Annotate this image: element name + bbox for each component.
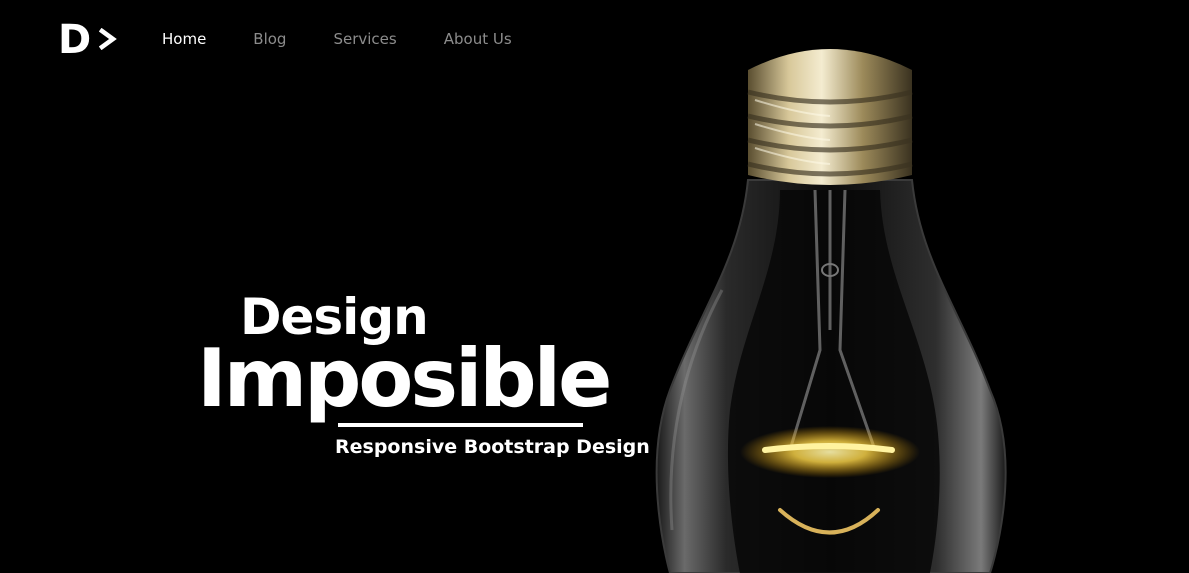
- page: D Home Blog Services About Us Design Imp…: [0, 0, 1189, 573]
- logo-link[interactable]: D: [58, 17, 118, 63]
- nav-services-link[interactable]: Services: [333, 29, 396, 49]
- main-nav: Home Blog Services About Us: [162, 29, 559, 49]
- nav-home-link[interactable]: Home: [162, 29, 206, 49]
- hero-heading: Design Imposible Responsive Bootstrap De…: [195, 287, 650, 467]
- nav-blog-link[interactable]: Blog: [253, 29, 286, 49]
- hero-tagline: Responsive Bootstrap Design: [335, 436, 650, 458]
- nav-about-us-link[interactable]: About Us: [444, 29, 512, 49]
- hero-underline: [338, 423, 583, 427]
- logo-letter: D: [58, 17, 92, 63]
- light-bulb-image: [630, 30, 1030, 573]
- hero-title-line2: Imposible: [197, 332, 612, 425]
- chevron-right-icon: [99, 27, 118, 55]
